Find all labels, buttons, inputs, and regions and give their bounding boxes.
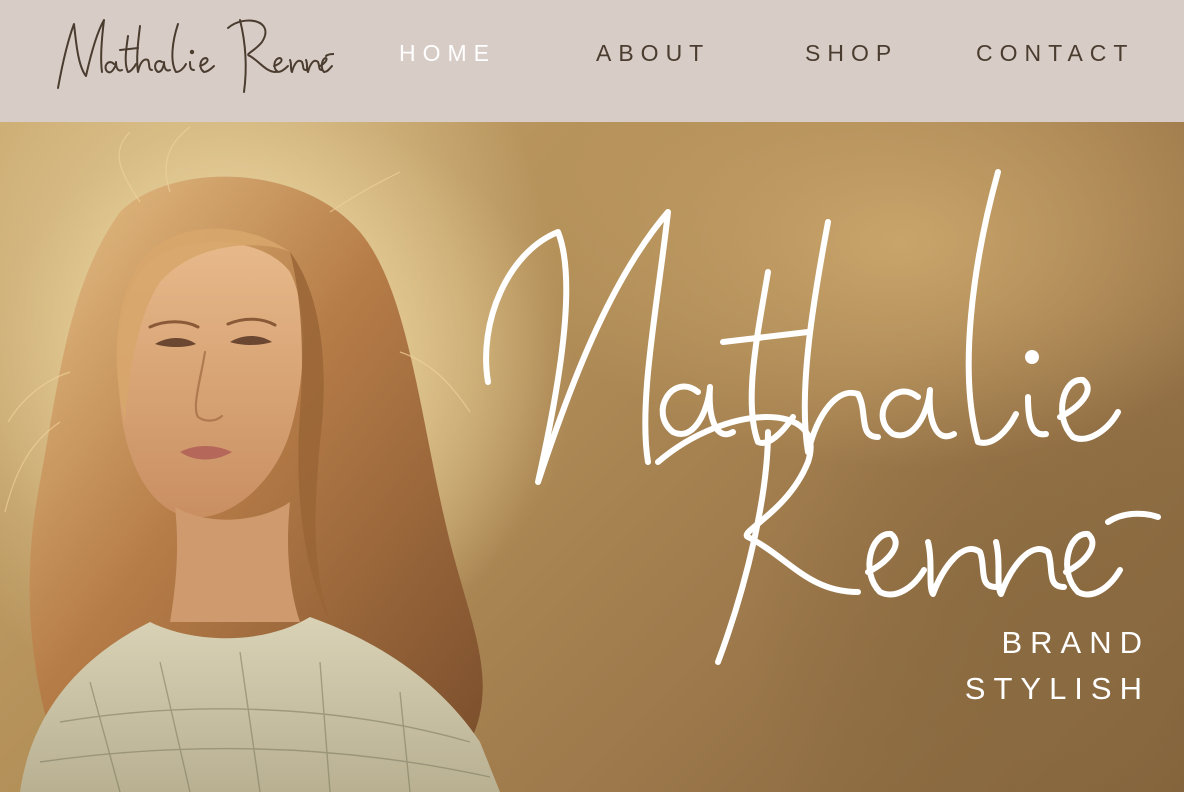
nav-contact-link[interactable]: CONTACT — [976, 40, 1134, 67]
site-logo[interactable] — [44, 6, 335, 106]
nav-home-link[interactable]: HOME — [399, 40, 496, 67]
tagline: BRAND STYLISH — [965, 620, 1150, 712]
tagline-line-brand: BRAND — [1001, 625, 1150, 660]
page: HOME ABOUT SHOP CONTACT BRAND STYLISH — [0, 0, 1184, 792]
nav-shop-link[interactable]: SHOP — [805, 40, 898, 67]
hero-section: BRAND STYLISH — [0, 122, 1184, 792]
site-header: HOME ABOUT SHOP CONTACT — [0, 0, 1184, 122]
signature-logo-icon — [57, 19, 335, 93]
tagline-line-stylish: STYLISH — [964, 671, 1150, 706]
nav-about-link[interactable]: ABOUT — [596, 40, 710, 67]
